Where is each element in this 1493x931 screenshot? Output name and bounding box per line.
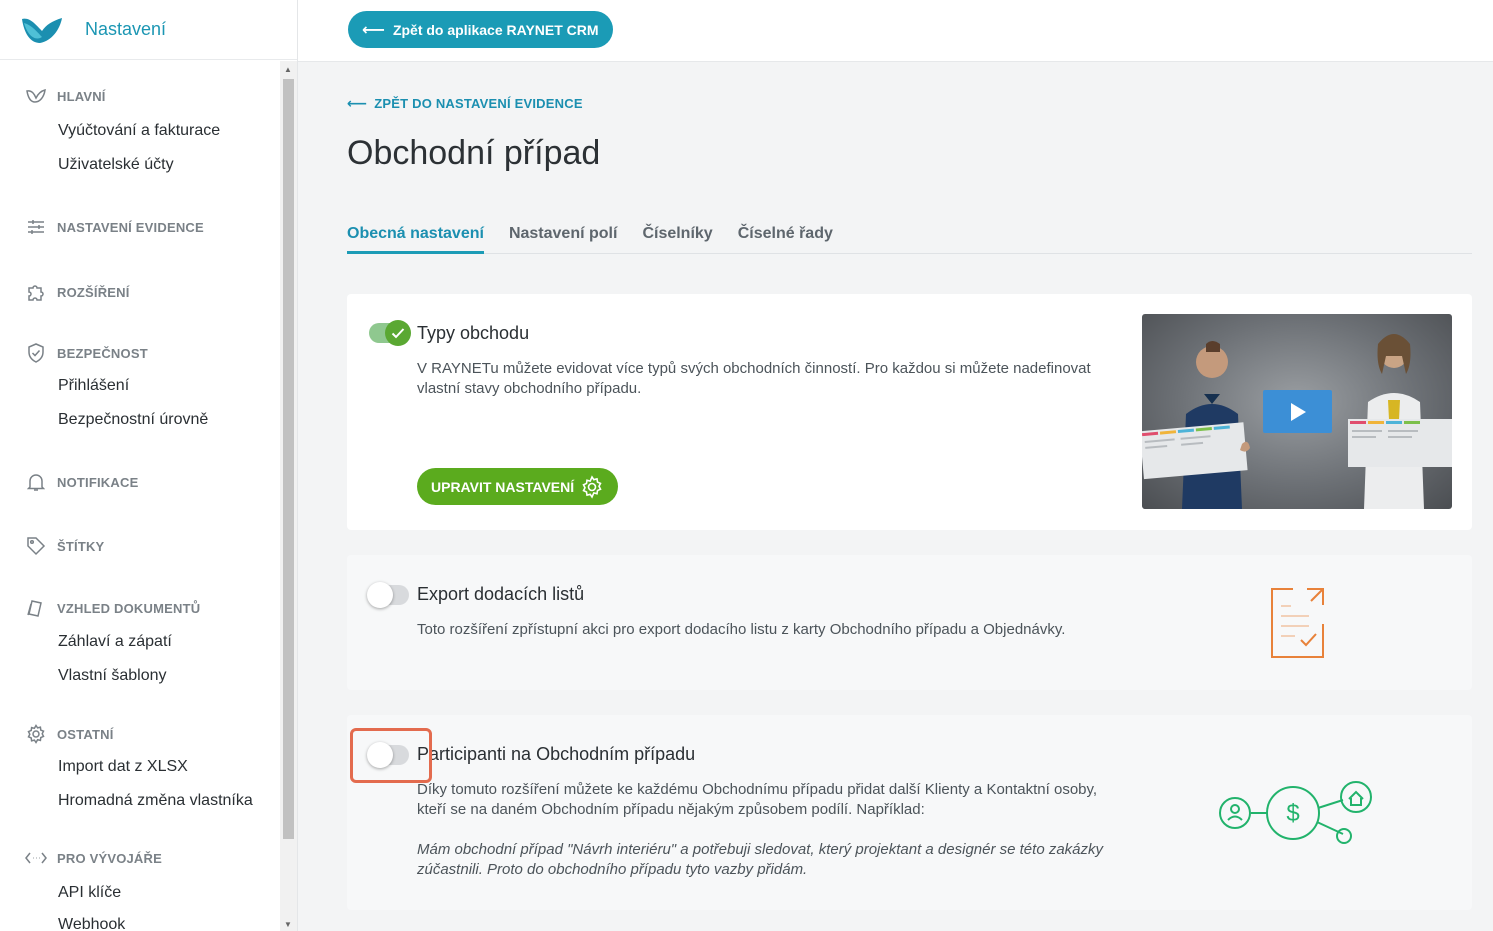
card-example: Mám obchodní případ "Návrh interiéru" a … xyxy=(417,841,1104,878)
shield-icon xyxy=(25,342,47,364)
scrollbar-thumb[interactable] xyxy=(283,79,294,839)
card-description: Toto rozšíření zpřístupní akci pro expor… xyxy=(417,621,1066,638)
section-title: NASTAVENÍ EVIDENCE xyxy=(57,219,204,235)
sidebar-title: Nastavení xyxy=(85,19,167,39)
topbar: ⟵ Zpět do aplikace RAYNET CRM xyxy=(298,0,1493,62)
section-title: ROZŠÍŘENÍ xyxy=(57,284,130,300)
scroll-down-arrow-icon[interactable]: ▼ xyxy=(284,920,292,929)
section-rozsireni[interactable]: ROZŠÍŘENÍ xyxy=(25,281,130,303)
sidebar-header: Nastavení xyxy=(0,0,297,60)
tab-codelists[interactable]: Číselníky xyxy=(642,214,712,254)
sidebar-item-custom-templates[interactable]: Vlastní šablony xyxy=(58,667,167,685)
sidebar: Nastavení HLAVNÍ Vyúčtování a fakturace … xyxy=(0,0,298,931)
svg-text:$: $ xyxy=(1286,800,1299,827)
section-title: PRO VÝVOJÁŘE xyxy=(57,850,162,866)
sidebar-item-api-keys[interactable]: API klíče xyxy=(58,884,121,902)
sidebar-item-header-footer[interactable]: Záhlaví a zápatí xyxy=(58,633,172,651)
section-stitky[interactable]: ŠTÍTKY xyxy=(25,535,104,557)
sidebar-item-bulk-owner-change[interactable]: Hromadná změna vlastníka xyxy=(58,792,253,810)
check-icon xyxy=(391,328,405,339)
page-title: Obchodní případ xyxy=(347,134,601,172)
sidebar-item-import-xlsx[interactable]: Import dat z XLSX xyxy=(58,758,188,776)
delivery-notes-toggle[interactable] xyxy=(367,582,409,608)
gear-icon xyxy=(25,723,47,745)
section-nastaveni-evidence[interactable]: NASTAVENÍ EVIDENCE xyxy=(25,216,204,238)
sidebar-nav: HLAVNÍ Vyúčtování a fakturace Uživatelsk… xyxy=(0,61,281,931)
section-title: NOTIFIKACE xyxy=(57,474,139,490)
deal-types-toggle[interactable] xyxy=(369,320,411,346)
back-to-app-label: Zpět do aplikace RAYNET CRM xyxy=(392,21,599,38)
play-icon xyxy=(1290,402,1306,421)
document-export-icon xyxy=(1271,588,1324,658)
puzzle-icon xyxy=(25,281,47,303)
tab-number-series[interactable]: Číselné řady xyxy=(738,214,833,254)
sidebar-scrollbar[interactable]: ▲ ▼ xyxy=(280,61,297,931)
edit-settings-label: UPRAVIT NASTAVENÍ xyxy=(431,478,575,495)
sidebar-item-webhook[interactable]: Webhook xyxy=(58,916,125,931)
card-title: Participanti na Obchodním případu xyxy=(417,744,696,764)
bell-icon xyxy=(25,471,47,493)
toggle-knob xyxy=(385,320,411,346)
tab-field-settings[interactable]: Nastavení polí xyxy=(509,214,617,254)
section-pro-vyvojare[interactable]: PRO VÝVOJÁŘE xyxy=(25,847,162,869)
arrow-left-icon: ⟵ xyxy=(362,21,385,39)
section-vzhled-dokumentu[interactable]: VZHLED DOKUMENTŮ xyxy=(25,597,200,619)
section-title: VZHLED DOKUMENTŮ xyxy=(57,600,201,616)
sidebar-item-security-levels[interactable]: Bezpečnostní úrovně xyxy=(58,411,208,429)
sidebar-item-user-accounts[interactable]: Uživatelské účty xyxy=(58,156,174,174)
card-deal-participants: Participanti na Obchodním případu Díky t… xyxy=(347,715,1472,910)
section-bezpecnost[interactable]: BEZPEČNOST xyxy=(25,342,148,364)
card-delivery-notes-export: Export dodacích listů Toto rozšíření zpř… xyxy=(347,555,1472,690)
card-deal-types: Typy obchodu V RAYNETu můžete evidovat v… xyxy=(347,294,1472,530)
tab-general-settings[interactable]: Obecná nastavení xyxy=(347,214,484,254)
toggle-knob xyxy=(367,582,393,608)
card-title: Typy obchodu xyxy=(417,323,530,343)
raynet-icon xyxy=(25,85,47,107)
card-description: Díky tomuto rozšíření můžete ke každému … xyxy=(417,781,1098,818)
sidebar-item-login[interactable]: Přihlášení xyxy=(58,377,129,395)
play-button[interactable] xyxy=(1263,390,1332,433)
section-title: BEZPEČNOST xyxy=(57,345,148,361)
section-ostatni[interactable]: OSTATNÍ xyxy=(25,723,114,745)
toggle-highlight-box xyxy=(350,728,432,783)
raynet-logo[interactable] xyxy=(20,15,64,45)
gear-icon xyxy=(582,474,602,499)
arrow-left-icon: ⟵ xyxy=(347,95,368,111)
section-title: HLAVNÍ xyxy=(57,88,106,104)
card-title: Export dodacích listů xyxy=(417,584,585,604)
main-content: ⟵ ZPĚT DO NASTAVENÍ EVIDENCE Obchodní př… xyxy=(298,62,1493,931)
sliders-icon xyxy=(25,216,47,238)
participants-network-icon: $ xyxy=(1219,781,1372,844)
documents-icon xyxy=(25,597,47,619)
tab-bar: Obecná nastavení Nastavení polí Číselník… xyxy=(347,214,1472,254)
section-title: OSTATNÍ xyxy=(57,726,114,742)
back-to-app-button[interactable]: ⟵ Zpět do aplikace RAYNET CRM xyxy=(348,11,613,48)
edit-settings-button[interactable]: UPRAVIT NASTAVENÍ xyxy=(417,468,619,505)
tag-icon xyxy=(25,535,47,557)
sidebar-item-billing[interactable]: Vyúčtování a fakturace xyxy=(58,122,220,140)
scroll-up-arrow-icon[interactable]: ▲ xyxy=(284,65,292,74)
back-to-records-settings-link[interactable]: ⟵ ZPĚT DO NASTAVENÍ EVIDENCE xyxy=(347,95,583,112)
video-thumbnail[interactable] xyxy=(1142,314,1452,509)
card-description: V RAYNETu můžete evidovat více typů svýc… xyxy=(417,360,1091,397)
section-title: ŠTÍTKY xyxy=(57,538,105,554)
section-hlavni[interactable]: HLAVNÍ xyxy=(25,85,106,107)
back-link-label: ZPĚT DO NASTAVENÍ EVIDENCE xyxy=(374,96,583,111)
section-notifikace[interactable]: NOTIFIKACE xyxy=(25,471,138,493)
code-icon xyxy=(25,847,47,869)
